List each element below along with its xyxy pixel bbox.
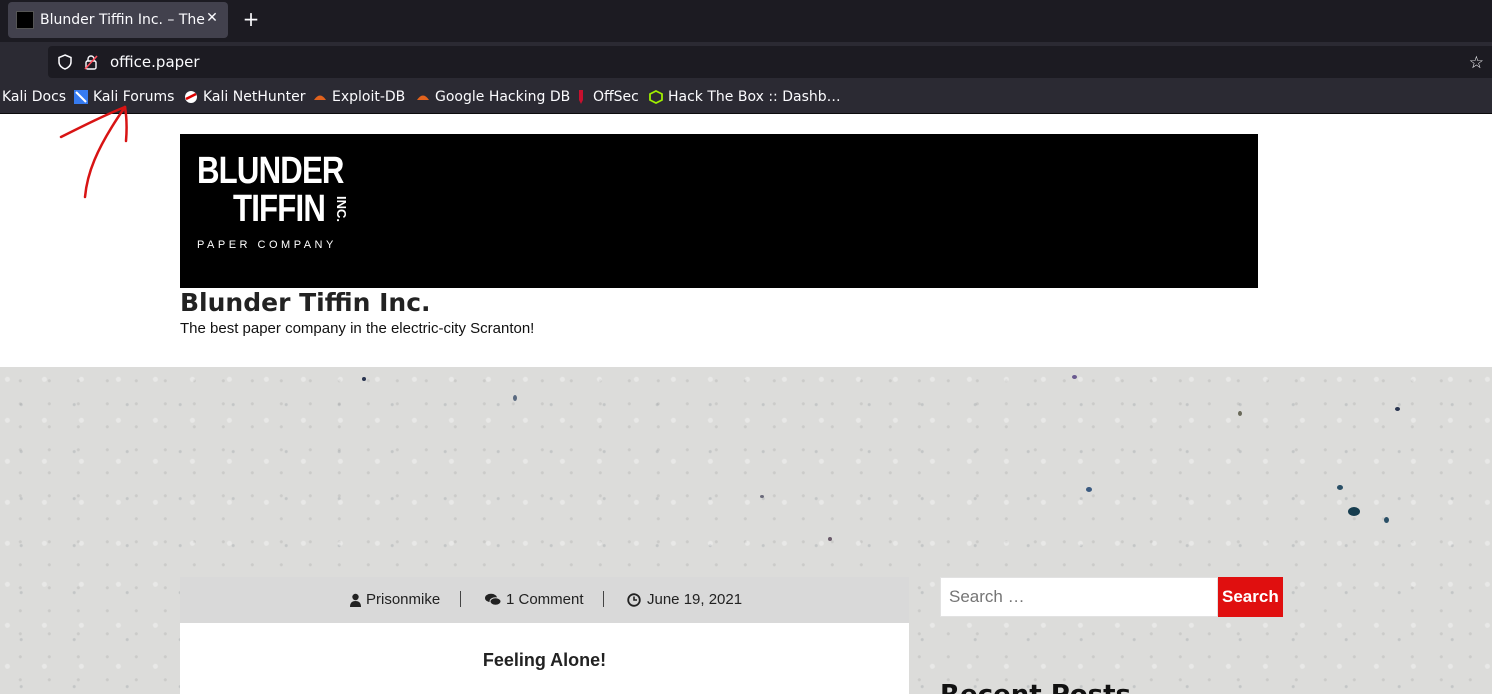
bookmark-kali-nethunter[interactable]: Kali NetHunter (184, 89, 305, 105)
bookmark-label: Exploit-DB (332, 89, 406, 105)
bookmark-google-hacking-db[interactable]: Google Hacking DB (416, 89, 570, 105)
logo-inc: INC. (334, 196, 349, 222)
site-description: The best paper company in the electric-c… (180, 320, 535, 337)
new-tab-button[interactable]: + (241, 9, 261, 29)
site-logo[interactable]: BLUNDER TIFFIN INC. PAPER COMPANY (197, 150, 377, 260)
post-date-link[interactable]: June 19, 2021 (627, 591, 742, 608)
bookmark-label: Hack The Box :: Dashb… (668, 89, 841, 105)
post-card: Prisonmike 1 Comment June 19, 2021 Feeli… (180, 577, 909, 694)
browser-tab-active[interactable]: Blunder Tiffin Inc. – The b ✕ (8, 2, 228, 38)
web-page: BLUNDER TIFFIN INC. PAPER COMPANY Blunde… (0, 114, 1492, 694)
kali-forums-icon (74, 90, 88, 104)
nethunter-icon (185, 91, 197, 103)
meta-divider (460, 591, 461, 607)
tracking-shield-icon[interactable] (57, 54, 73, 70)
tab-title: Blunder Tiffin Inc. – The b (40, 12, 208, 28)
close-tab-icon[interactable]: ✕ (204, 10, 220, 26)
bookmark-exploit-db[interactable]: Exploit-DB (313, 89, 405, 105)
site-favicon-icon (16, 11, 34, 29)
url-text[interactable]: office.paper (110, 53, 200, 71)
meta-divider (603, 591, 604, 607)
offsec-icon (579, 90, 583, 104)
post-meta-bar: Prisonmike 1 Comment June 19, 2021 (180, 577, 909, 623)
author-name: Prisonmike (366, 591, 441, 608)
bookmark-label: Kali NetHunter (203, 89, 306, 105)
bookmark-hack-the-box[interactable]: Hack The Box :: Dashb… (649, 89, 841, 105)
navigation-toolbar: office.paper ☆ (0, 42, 1492, 82)
insecure-lock-icon[interactable] (83, 54, 99, 70)
annotation-arrow-icon (59, 105, 128, 199)
bookmarks-toolbar: Kali Docs Kali Forums Kali NetHunter Exp… (0, 82, 1492, 114)
exploitdb-icon (314, 95, 326, 100)
post-excerpt-cutoff (200, 686, 890, 694)
site-header: BLUNDER TIFFIN INC. PAPER COMPANY Blunde… (0, 114, 1492, 367)
post-author[interactable]: Prisonmike (350, 591, 440, 608)
search-button[interactable]: Search (1218, 577, 1283, 617)
comments-count: 1 Comment (506, 591, 584, 608)
bookmark-label: Kali Forums (93, 89, 175, 105)
logo-subtitle: PAPER COMPANY (197, 239, 337, 251)
url-bar[interactable]: office.paper ☆ (48, 46, 1492, 78)
logo-line-1: BLUNDER (197, 150, 344, 192)
bookmark-label: Kali Docs (2, 89, 67, 105)
header-banner[interactable]: BLUNDER TIFFIN INC. PAPER COMPANY (180, 134, 1258, 288)
user-icon (350, 593, 361, 607)
bookmark-star-icon[interactable]: ☆ (1469, 53, 1484, 73)
recent-posts-heading: Recent Posts (940, 682, 1131, 694)
post-comments-link[interactable]: 1 Comment (485, 591, 584, 608)
ghdb-icon (417, 95, 429, 100)
bookmark-label: OffSec (593, 89, 639, 105)
logo-line-2: TIFFIN (233, 188, 326, 230)
clock-icon (627, 592, 641, 607)
bookmark-kali-docs[interactable]: Kali Docs (2, 89, 66, 105)
post-title[interactable]: Feeling Alone! (180, 650, 909, 671)
search-input[interactable]: Search … (940, 577, 1218, 617)
post-date: June 19, 2021 (647, 591, 743, 608)
bookmark-kali-forums[interactable]: Kali Forums (74, 89, 174, 105)
comments-icon (485, 593, 501, 606)
recent-posts-heading-text: Recent Posts (940, 682, 1131, 694)
bookmark-offsec[interactable]: OffSec (574, 89, 639, 105)
bookmark-label: Google Hacking DB (435, 89, 571, 105)
site-title[interactable]: Blunder Tiffin Inc. (180, 288, 431, 317)
tab-bar: Blunder Tiffin Inc. – The b ✕ + (0, 0, 1492, 42)
htb-icon (649, 90, 663, 104)
